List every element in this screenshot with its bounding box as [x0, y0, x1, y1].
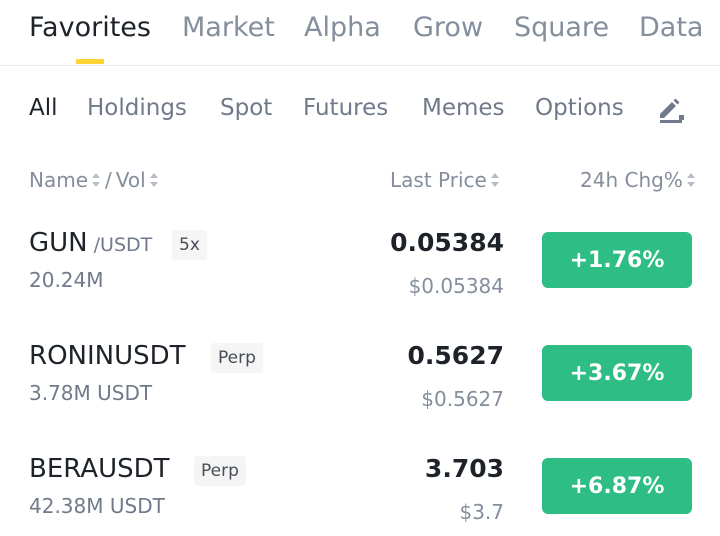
top-tab-bar: Favorites Market Alpha Grow Square Data: [0, 0, 720, 66]
tab-alpha[interactable]: Alpha: [304, 12, 381, 43]
sort-icon: [490, 173, 499, 187]
symbol-base: RONINUSDT: [29, 341, 186, 371]
column-separator: /: [105, 168, 112, 192]
tab-favorites[interactable]: Favorites: [29, 12, 151, 43]
sort-change-header[interactable]: 24h Chg%: [580, 168, 696, 192]
fiat-price: $3.7: [459, 500, 504, 524]
perp-badge: Perp: [211, 343, 263, 373]
column-header-row: Name / Vol Last Price 24h Chg%: [0, 166, 720, 196]
volume: 3.78M USDT: [29, 381, 153, 405]
column-vol-label: Vol: [115, 168, 146, 192]
perp-badge: Perp: [194, 456, 246, 486]
edit-icon[interactable]: [656, 96, 688, 124]
subtab-spot[interactable]: Spot: [220, 95, 272, 121]
symbol: BERAUSDT: [29, 454, 170, 484]
symbol: GUN /USDT: [29, 228, 152, 258]
tab-square[interactable]: Square: [514, 12, 609, 43]
change-badge[interactable]: +6.87%: [542, 458, 692, 514]
fiat-price: $0.05384: [408, 274, 504, 298]
sort-icon: [92, 173, 101, 187]
symbol-base: GUN: [29, 228, 88, 258]
last-price: 0.5627: [407, 341, 504, 370]
tab-market[interactable]: Market: [182, 12, 275, 43]
sort-icon: [149, 173, 158, 187]
change-badge[interactable]: +3.67%: [542, 345, 692, 401]
column-change-label: 24h Chg%: [580, 168, 683, 192]
market-row[interactable]: RONINUSDT Perp 3.78M USDT 0.5627 $0.5627…: [0, 341, 720, 441]
volume: 20.24M: [29, 268, 104, 292]
change-badge[interactable]: +1.76%: [542, 232, 692, 288]
volume: 42.38M USDT: [29, 494, 165, 518]
subtab-options[interactable]: Options: [535, 95, 624, 121]
market-row[interactable]: GUN /USDT 5x 20.24M 0.05384 $0.05384 +1.…: [0, 228, 720, 328]
last-price: 0.05384: [390, 228, 504, 257]
symbol-quote: /USDT: [93, 234, 153, 256]
column-name-label: Name: [29, 168, 89, 192]
tab-data[interactable]: Data: [639, 12, 703, 43]
market-row[interactable]: BERAUSDT Perp 42.38M USDT 3.703 $3.7 +6.…: [0, 454, 720, 536]
subtab-futures[interactable]: Futures: [303, 95, 388, 121]
subtab-all[interactable]: All: [29, 95, 58, 121]
tab-grow[interactable]: Grow: [413, 12, 483, 43]
symbol: RONINUSDT: [29, 341, 186, 371]
subtab-holdings[interactable]: Holdings: [87, 95, 187, 121]
sort-icon: [686, 173, 695, 187]
sub-tab-bar: All Holdings Spot Futures Memes Options: [0, 90, 720, 130]
fiat-price: $0.5627: [421, 387, 504, 411]
subtab-memes[interactable]: Memes: [422, 95, 505, 121]
active-tab-indicator: [76, 59, 104, 64]
leverage-badge: 5x: [172, 230, 207, 260]
symbol-base: BERAUSDT: [29, 454, 170, 484]
sort-last-price-header[interactable]: Last Price: [390, 168, 500, 192]
last-price: 3.703: [424, 454, 504, 483]
column-last-price-label: Last Price: [390, 168, 487, 192]
sort-name-header[interactable]: Name / Vol: [29, 168, 159, 192]
